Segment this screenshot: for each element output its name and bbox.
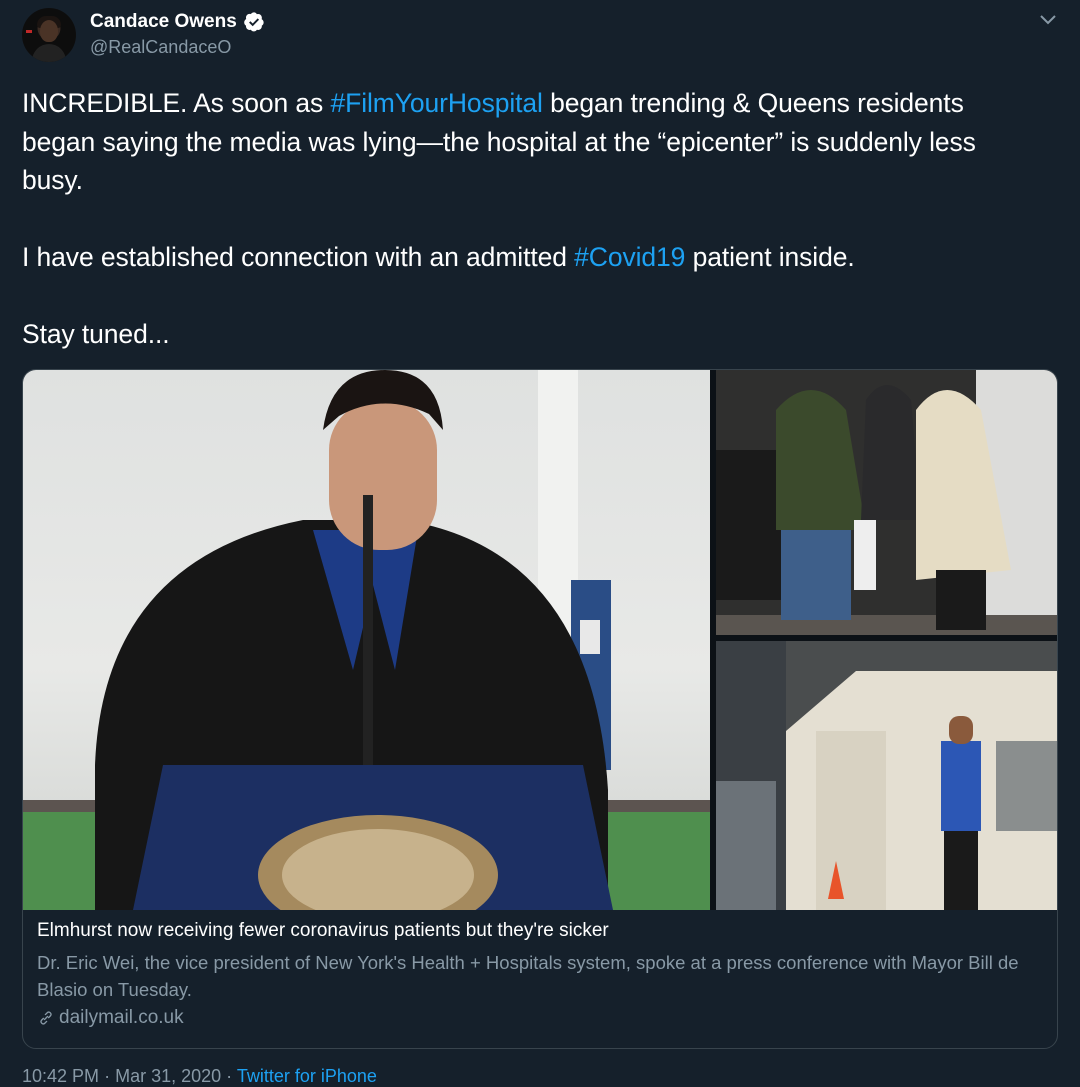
- link-card-title: Elmhurst now receiving fewer coronavirus…: [37, 920, 609, 941]
- tweet-meta: 10:42 PM · Mar 31, 2020 · Twitter for iP…: [22, 1066, 377, 1086]
- tweet-paragraph-3: Stay tuned...: [22, 319, 170, 349]
- author-name-row: Candace Owens: [90, 11, 265, 33]
- author-handle[interactable]: @RealCandaceO: [90, 37, 231, 58]
- avatar[interactable]: [22, 8, 76, 62]
- hashtag-link[interactable]: #FilmYourHospital: [330, 88, 542, 118]
- street-scene-image: [716, 370, 1057, 635]
- tweet-paragraph-2: I have established connection with an ad…: [22, 242, 855, 272]
- hashtag-link[interactable]: #Covid19: [574, 242, 685, 272]
- link-card-domain: dailymail.co.uk: [37, 1007, 1037, 1029]
- link-card[interactable]: Elmhurst now receiving fewer coronavirus…: [22, 369, 1058, 1049]
- chevron-down-icon[interactable]: [1036, 10, 1060, 30]
- card-image-collage[interactable]: [23, 370, 1057, 910]
- link-card-text: Elmhurst now receiving fewer coronavirus…: [37, 918, 1037, 1029]
- link-icon: [40, 1011, 52, 1025]
- tweet-time[interactable]: 10:42 PM: [22, 1066, 99, 1086]
- link-card-description: Dr. Eric Wei, the vice president of New …: [37, 952, 1019, 1000]
- author-display-name[interactable]: Candace Owens: [90, 11, 237, 33]
- press-conference-image: [23, 370, 710, 910]
- tweet-paragraph-1: INCREDIBLE. As soon as #FilmYourHospital…: [22, 88, 976, 195]
- verified-badge-icon: [243, 12, 264, 32]
- tweet-text: INCREDIBLE. As soon as #FilmYourHospital…: [22, 84, 1042, 354]
- tent-scene-image: [716, 641, 1057, 910]
- tweet: Candace Owens @RealCandaceO INCREDIBLE. …: [0, 0, 1080, 1086]
- tweet-source[interactable]: Twitter for iPhone: [237, 1066, 377, 1086]
- tweet-date[interactable]: Mar 31, 2020: [115, 1066, 221, 1086]
